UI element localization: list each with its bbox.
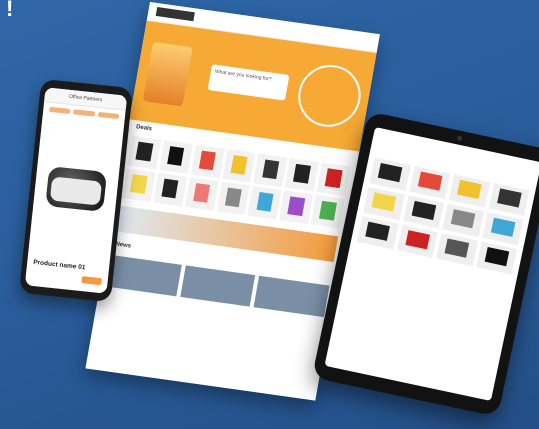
phone-tab[interactable] [97, 111, 120, 120]
product-card[interactable] [190, 144, 225, 179]
vr-headset-front [49, 176, 103, 206]
tablet-product-grid [350, 127, 539, 282]
product-card[interactable] [442, 203, 484, 237]
buy-button[interactable] [81, 276, 102, 286]
news-card[interactable] [105, 254, 182, 297]
product-card[interactable] [184, 177, 219, 211]
product-card[interactable] [436, 233, 478, 267]
product-card[interactable] [285, 157, 319, 192]
phone-tab[interactable] [73, 109, 96, 117]
news-card[interactable] [179, 265, 256, 307]
product-card[interactable] [448, 174, 490, 208]
product-card[interactable] [279, 190, 314, 225]
product-card[interactable] [402, 195, 444, 229]
exclamation-mark: ! [6, 0, 14, 21]
logo [155, 7, 195, 22]
product-card[interactable] [356, 216, 399, 250]
product-card[interactable] [121, 168, 156, 202]
product-card[interactable] [221, 149, 256, 183]
product-card[interactable] [409, 166, 451, 200]
hero-illustration [142, 41, 193, 107]
product-card[interactable] [482, 212, 524, 246]
product-name: Product name 01 [32, 258, 86, 272]
phone-screen: Office Partners Product name 01 [24, 87, 128, 294]
product-card[interactable] [253, 153, 288, 188]
product-card[interactable] [316, 162, 351, 196]
product-card[interactable] [247, 186, 282, 220]
icon-circle-graphic [293, 60, 366, 131]
product-card[interactable] [310, 194, 345, 229]
phone-tab[interactable] [49, 106, 71, 114]
product-card[interactable] [488, 182, 530, 216]
product-card[interactable] [153, 172, 187, 207]
product-card[interactable] [396, 224, 438, 258]
product-card[interactable] [216, 181, 251, 216]
product-card[interactable] [127, 135, 162, 170]
tablet-screen [324, 126, 539, 402]
hero-search-box[interactable]: What are you looking for? [207, 64, 290, 101]
product-card[interactable] [475, 241, 517, 275]
camera-dot [456, 135, 463, 142]
news-card[interactable] [253, 275, 330, 318]
product-card[interactable] [363, 186, 405, 220]
product-card[interactable] [369, 157, 411, 191]
product-card[interactable] [158, 140, 193, 174]
